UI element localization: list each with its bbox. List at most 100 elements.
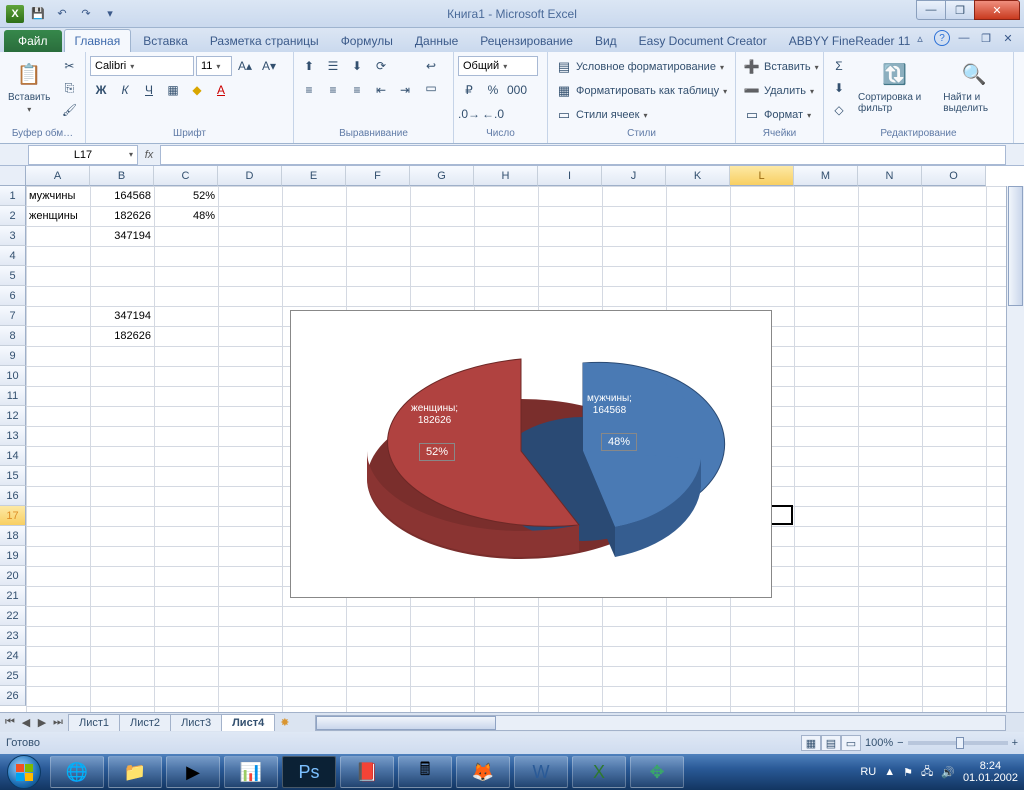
col-header-b[interactable]: B <box>90 166 154 186</box>
sheet-nav-prev-icon[interactable]: ◀ <box>18 715 34 731</box>
underline-button[interactable]: Ч <box>138 80 160 100</box>
cell-b8[interactable]: 182626 <box>90 326 154 346</box>
merge-icon[interactable]: ▭ <box>420 78 442 98</box>
tab-home[interactable]: Главная <box>64 29 132 52</box>
select-all-corner[interactable] <box>0 166 26 186</box>
redo-icon[interactable]: ↷ <box>76 4 96 24</box>
row-header-19[interactable]: 19 <box>0 546 26 566</box>
task-excel-icon[interactable]: X <box>572 756 626 788</box>
find-select-button[interactable]: 🔍Найти и выделить <box>939 56 1009 116</box>
col-header-j[interactable]: J <box>602 166 666 186</box>
task-explorer-icon[interactable]: 📁 <box>108 756 162 788</box>
col-header-g[interactable]: G <box>410 166 474 186</box>
comma-icon[interactable]: 000 <box>506 80 528 100</box>
col-header-a[interactable]: A <box>26 166 90 186</box>
row-header-2[interactable]: 2 <box>0 206 26 226</box>
cell-b7[interactable]: 347194 <box>90 306 154 326</box>
file-tab[interactable]: Файл <box>4 30 62 52</box>
col-header-h[interactable]: H <box>474 166 538 186</box>
row-header-13[interactable]: 13 <box>0 426 26 446</box>
worksheet-grid[interactable]: ABCDEFGHIJKLMNO 123456789101112131415161… <box>0 166 1024 712</box>
currency-icon[interactable]: ₽ <box>458 80 480 100</box>
font-name-combo[interactable]: Calibri▾ <box>90 56 194 76</box>
formula-input[interactable] <box>160 145 1006 165</box>
tray-clock[interactable]: 8:24 01.01.2002 <box>963 760 1018 784</box>
task-calc-icon[interactable]: 🖩 <box>398 756 452 788</box>
tab-view[interactable]: Вид <box>585 30 627 52</box>
clear-icon[interactable]: ◇ <box>828 100 850 120</box>
row-header-7[interactable]: 7 <box>0 306 26 326</box>
view-layout-icon[interactable]: ▤ <box>821 735 841 751</box>
align-right-icon[interactable]: ≡ <box>346 80 368 100</box>
task-dc-icon[interactable]: ✥ <box>630 756 684 788</box>
row-header-6[interactable]: 6 <box>0 286 26 306</box>
bold-button[interactable]: Ж <box>90 80 112 100</box>
zoom-slider[interactable] <box>908 741 1008 745</box>
insert-cells-button[interactable]: ➕Вставить▾ <box>740 56 823 78</box>
tab-abbyy[interactable]: ABBYY FineReader 11 <box>779 30 921 52</box>
view-break-icon[interactable]: ▭ <box>841 735 861 751</box>
doc-restore-icon[interactable]: ❐ <box>978 30 994 46</box>
row-header-25[interactable]: 25 <box>0 666 26 686</box>
col-header-f[interactable]: F <box>346 166 410 186</box>
indent-inc-icon[interactable]: ⇥ <box>394 80 416 100</box>
col-header-n[interactable]: N <box>858 166 922 186</box>
minimize-ribbon-icon[interactable]: ▵ <box>912 30 928 46</box>
paste-button[interactable]: 📋 Вставить ▾ <box>4 56 54 116</box>
autosum-icon[interactable]: Σ <box>828 56 850 76</box>
indent-dec-icon[interactable]: ⇤ <box>370 80 392 100</box>
align-middle-icon[interactable]: ☰ <box>322 56 344 76</box>
delete-cells-button[interactable]: ➖Удалить▾ <box>740 80 823 102</box>
border-button[interactable]: ▦ <box>162 80 184 100</box>
row-header-1[interactable]: 1 <box>0 186 26 206</box>
cut-icon[interactable]: ✂ <box>58 56 80 76</box>
tray-flag-icon[interactable]: ⚑ <box>903 766 913 779</box>
wrap-text-icon[interactable]: ↩ <box>420 56 442 76</box>
font-color-button[interactable]: A <box>210 80 232 100</box>
cell-a2[interactable]: женщины <box>26 206 90 226</box>
cell-c1[interactable]: 52% <box>154 186 218 206</box>
task-ie-icon[interactable]: 🌐 <box>50 756 104 788</box>
tab-formulas[interactable]: Формулы <box>331 30 403 52</box>
row-header-15[interactable]: 15 <box>0 466 26 486</box>
cell-b2[interactable]: 182626 <box>90 206 154 226</box>
row-header-12[interactable]: 12 <box>0 406 26 426</box>
task-media-icon[interactable]: ▶ <box>166 756 220 788</box>
sort-filter-button[interactable]: 🔃Сортировка и фильтр <box>854 56 935 116</box>
col-header-m[interactable]: M <box>794 166 858 186</box>
sheet-nav-first-icon[interactable]: ⏮ <box>2 715 18 731</box>
fill-color-button[interactable]: ◆ <box>186 80 208 100</box>
task-ps-icon[interactable]: Ps <box>282 756 336 788</box>
cell-styles-button[interactable]: ▭Стили ячеек▾ <box>552 104 731 126</box>
row-header-16[interactable]: 16 <box>0 486 26 506</box>
row-header-22[interactable]: 22 <box>0 606 26 626</box>
embedded-chart[interactable]: женщины; 182626 52% мужчины; 164568 48% <box>290 310 772 598</box>
align-top-icon[interactable]: ⬆ <box>298 56 320 76</box>
grow-font-icon[interactable]: A▴ <box>234 56 256 76</box>
col-header-k[interactable]: K <box>666 166 730 186</box>
minimize-button[interactable]: — <box>916 0 946 20</box>
cell-b3[interactable]: 347194 <box>90 226 154 246</box>
view-normal-icon[interactable]: ▦ <box>801 735 821 751</box>
row-header-23[interactable]: 23 <box>0 626 26 646</box>
format-painter-icon[interactable]: 🖌 <box>58 100 80 120</box>
percent-icon[interactable]: % <box>482 80 504 100</box>
inc-decimal-icon[interactable]: .0→ <box>458 104 480 124</box>
col-header-c[interactable]: C <box>154 166 218 186</box>
sheet-nav-last-icon[interactable]: ⏭ <box>50 715 66 731</box>
doc-minimize-icon[interactable]: — <box>956 30 972 46</box>
dec-decimal-icon[interactable]: ←.0 <box>482 104 504 124</box>
cell-b1[interactable]: 164568 <box>90 186 154 206</box>
row-header-5[interactable]: 5 <box>0 266 26 286</box>
tab-layout[interactable]: Разметка страницы <box>200 30 329 52</box>
row-header-26[interactable]: 26 <box>0 686 26 706</box>
row-header-8[interactable]: 8 <box>0 326 26 346</box>
row-header-24[interactable]: 24 <box>0 646 26 666</box>
row-header-10[interactable]: 10 <box>0 366 26 386</box>
row-header-9[interactable]: 9 <box>0 346 26 366</box>
col-header-i[interactable]: I <box>538 166 602 186</box>
shrink-font-icon[interactable]: A▾ <box>258 56 280 76</box>
row-header-4[interactable]: 4 <box>0 246 26 266</box>
cell-a1[interactable]: мужчины <box>26 186 90 206</box>
qat-dropdown-icon[interactable]: ▾ <box>100 4 120 24</box>
